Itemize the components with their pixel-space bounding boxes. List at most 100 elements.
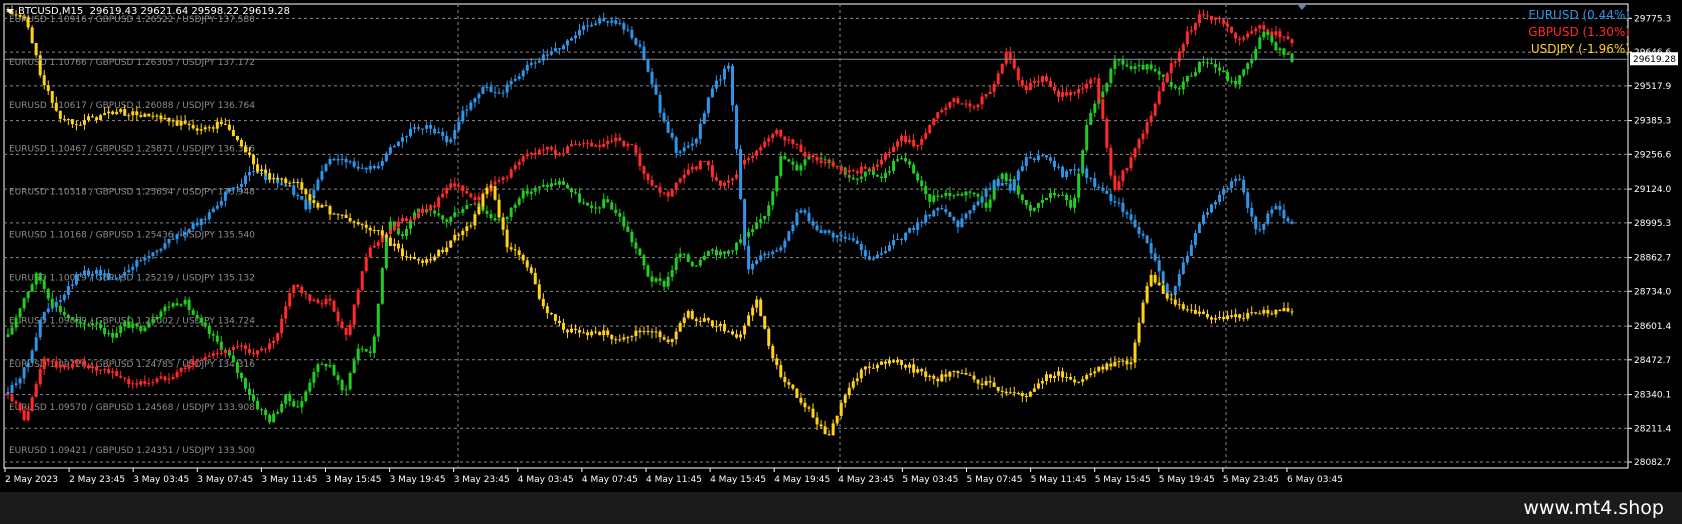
series-candle-body (159, 311, 163, 317)
series-candle-body (658, 94, 662, 113)
series-candle-body (38, 369, 42, 385)
series-candle-body (1000, 183, 1004, 186)
series-candle-body (1061, 92, 1065, 97)
series-candle-body (686, 254, 690, 262)
series-candle-body (1117, 59, 1121, 61)
series-candle-body (1020, 194, 1024, 201)
series-candle-body (779, 129, 783, 137)
series-candle-body (485, 210, 489, 214)
series-candle-body (594, 331, 598, 333)
series-candle-body (1137, 322, 1141, 343)
series-candle-body (1032, 81, 1036, 83)
series-candle-body (1274, 42, 1278, 51)
series-candle-body (1032, 388, 1036, 392)
series-candle-body (328, 206, 332, 215)
series-candle-body (159, 248, 163, 251)
series-candle-body (823, 230, 827, 234)
series-candle-body (1238, 314, 1242, 318)
series-candle-body (1177, 88, 1181, 90)
series-candle-body (1290, 221, 1294, 224)
series-candle-body (827, 434, 831, 436)
series-candle-body (819, 424, 823, 427)
series-candle-body (1222, 19, 1226, 24)
series-candle-body (747, 315, 751, 326)
series-candle-body (1266, 309, 1270, 314)
x-tick-label: 3 May 23:45 (454, 475, 510, 485)
series-candle-body (928, 124, 932, 134)
series-candle-body (332, 213, 336, 215)
series-candle-body (565, 184, 569, 189)
series-candle-body (936, 208, 940, 211)
series-candle-body (1262, 223, 1266, 230)
series-candle-body (445, 247, 449, 253)
series-candle-body (1157, 260, 1161, 272)
series-candle-body (1258, 25, 1262, 29)
series-candle-body (1286, 218, 1290, 222)
series-candle-body (1246, 63, 1250, 70)
x-tick-label: 5 May 03:45 (902, 475, 958, 485)
series-candle-body (364, 224, 368, 228)
series-candle-body (980, 196, 984, 202)
series-candle-body (91, 366, 95, 369)
series-candle-body (328, 298, 332, 301)
series-candle-body (771, 134, 775, 139)
series-candle-body (1209, 204, 1213, 213)
series-candle-body (1053, 160, 1057, 168)
x-tick-label: 4 May 03:45 (518, 475, 574, 485)
series-candle-body (739, 334, 743, 338)
series-candle-body (316, 364, 320, 372)
series-candle-body (26, 17, 30, 28)
series-candle-body (400, 218, 404, 222)
series-candle-body (1205, 212, 1209, 215)
series-candle-body (1238, 75, 1242, 85)
dropdown-triangle-icon[interactable] (6, 8, 14, 14)
series-candle-body (622, 23, 626, 30)
series-candle-body (1250, 312, 1254, 314)
series-candle-body (155, 250, 159, 253)
series-candle-body (1057, 166, 1061, 168)
series-candle-body (1020, 393, 1024, 396)
series-candle-body (1028, 82, 1032, 91)
series-candle-body (6, 391, 10, 393)
series-candle-body (231, 187, 235, 189)
series-candle-body (183, 299, 187, 305)
series-candle-body (1101, 366, 1105, 370)
series-candle-body (855, 240, 859, 244)
series-candle-body (904, 158, 908, 162)
series-candle-body (38, 273, 42, 281)
series-candle-body (940, 195, 944, 197)
series-candle-body (87, 270, 91, 276)
series-candle-body (702, 318, 706, 322)
series-candle-body (851, 238, 855, 241)
x-tick-label: 4 May 11:45 (646, 475, 702, 485)
series-candle-body (537, 60, 541, 63)
series-candle-body (248, 172, 252, 176)
series-candle-body (783, 136, 787, 141)
series-candle-body (1040, 200, 1044, 203)
series-candle-body (529, 267, 533, 273)
series-candle-body (1121, 170, 1125, 182)
series-candle-body (952, 98, 956, 102)
series-candle-body (425, 125, 429, 129)
series-candle-body (1073, 92, 1077, 94)
series-candle-body (421, 128, 425, 130)
series-candle-body (264, 409, 268, 416)
series-candle-body (1097, 186, 1101, 188)
series-candle-body (996, 180, 1000, 186)
series-candle-body (340, 321, 344, 329)
series-candle-body (296, 406, 300, 408)
site-label[interactable]: www.mt4.shop (1523, 497, 1664, 519)
series-candle-body (417, 213, 421, 218)
series-candle-body (300, 286, 304, 294)
series-candle-body (1065, 171, 1069, 178)
series-candle-body (1274, 309, 1278, 315)
series-candle-body (445, 219, 449, 222)
series-candle-body (151, 382, 155, 384)
series-candle-body (469, 193, 473, 198)
series-candle-body (1246, 192, 1250, 208)
series-candle-body (1028, 157, 1032, 159)
series-candle-body (698, 123, 702, 139)
y-tick-label: 29517.9 (1634, 82, 1671, 92)
series-candle-body (1105, 118, 1109, 148)
series-candle-body (489, 213, 493, 219)
